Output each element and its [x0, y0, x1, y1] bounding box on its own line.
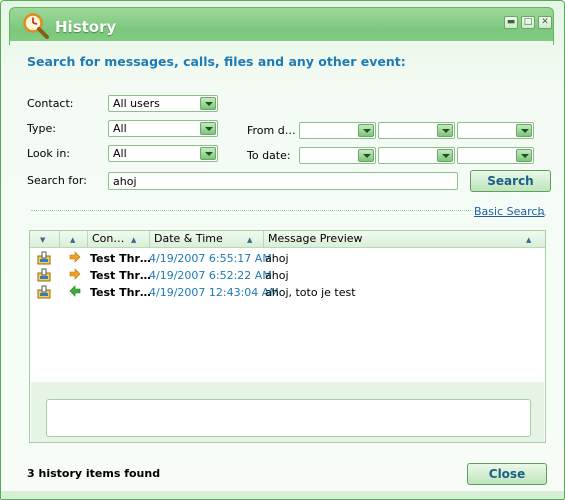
header-type[interactable]: ▲ [60, 231, 88, 248]
type-select-value: All [113, 122, 127, 135]
contact-label: Contact: [27, 97, 74, 110]
type-label: Type: [27, 122, 56, 135]
contact-cell: Test Thr… [90, 286, 151, 299]
incoming-arrow-icon [69, 285, 81, 300]
bottom-strip [1, 491, 564, 499]
sort-up-icon: ▲ [70, 236, 76, 244]
message-icon [37, 251, 51, 268]
minimize-icon: ▬ [506, 17, 516, 27]
page-heading: Search for messages, calls, files and an… [27, 54, 406, 69]
sort-down-icon: ▼ [40, 236, 46, 244]
basic-search-link[interactable]: Basic Search [474, 205, 544, 218]
outgoing-arrow-icon [69, 268, 81, 283]
list-item[interactable]: Test Thr… 4/19/2007 6:55:17 AM ahoj [30, 250, 545, 267]
to-date-label: To date: [247, 149, 291, 162]
close-button-label: Close [488, 467, 526, 481]
minimize-button[interactable]: ▬ [504, 16, 518, 29]
datetime-cell: 4/19/2007 6:52:22 AM [149, 269, 272, 282]
from-date-year-select[interactable] [457, 122, 534, 139]
message-icon [37, 268, 51, 285]
header-direction[interactable]: ▼ [30, 231, 60, 248]
close-button[interactable]: Close [467, 463, 547, 485]
contact-select[interactable]: All users [108, 95, 218, 112]
chevron-down-icon[interactable] [516, 149, 532, 162]
header-contact-label: Con… [92, 232, 125, 245]
close-window-button[interactable]: ✕ [538, 16, 552, 29]
look-in-label: Look in: [27, 147, 70, 160]
close-icon: ✕ [541, 17, 549, 27]
maximize-icon: □ [523, 17, 533, 27]
preview-cell: ahoj, toto je test [265, 286, 356, 299]
outgoing-arrow-icon [69, 251, 81, 266]
search-button-label: Search [487, 174, 534, 188]
chevron-down-icon[interactable] [437, 124, 453, 137]
list-item[interactable]: Test Thr… 4/19/2007 12:43:04 AM ahoj, to… [30, 284, 545, 301]
contact-cell: Test Thr… [90, 269, 151, 282]
status-text: 3 history items found [27, 467, 161, 480]
sort-up-icon: ▲ [247, 236, 253, 244]
sort-up-icon: ▲ [131, 236, 137, 244]
message-preview-box[interactable] [46, 399, 531, 437]
list-header: ▼ ▲ Con… ▲ Date & Time ▲ Message Preview… [30, 231, 545, 248]
datetime-cell: 4/19/2007 6:55:17 AM [149, 252, 272, 265]
search-button[interactable]: Search [470, 170, 551, 192]
chevron-down-icon[interactable] [358, 149, 374, 162]
datetime-cell: 4/19/2007 12:43:04 AM [149, 286, 279, 299]
title-bar[interactable]: History ▬ □ ✕ [1, 1, 564, 45]
message-icon [37, 285, 51, 302]
look-in-select[interactable]: All [108, 145, 218, 162]
look-in-select-value: All [113, 147, 127, 160]
chevron-down-icon[interactable] [200, 97, 216, 110]
header-preview-label: Message Preview [268, 232, 363, 245]
header-datetime-label: Date & Time [154, 232, 223, 245]
magnifier-clock-icon [21, 11, 51, 41]
chevron-down-icon[interactable] [358, 124, 374, 137]
type-select[interactable]: All [108, 120, 218, 137]
chevron-up-icon[interactable]: ︿ [537, 205, 546, 218]
chevron-down-icon[interactable] [437, 149, 453, 162]
from-date-month-select[interactable] [299, 122, 376, 139]
header-contact[interactable]: Con… ▲ [88, 231, 150, 248]
header-preview[interactable]: Message Preview ▲ [264, 231, 545, 248]
message-preview-pane [31, 382, 544, 442]
chevron-down-icon[interactable] [200, 122, 216, 135]
chevron-down-icon[interactable] [516, 124, 532, 137]
window-title: History [55, 18, 117, 36]
to-date-year-select[interactable] [457, 147, 534, 164]
from-date-label: From d… [247, 124, 296, 137]
search-for-label: Search for: [27, 174, 87, 187]
divider [31, 210, 471, 211]
history-window: History ▬ □ ✕ Search for messages, calls… [0, 0, 565, 500]
to-date-day-select[interactable] [378, 147, 455, 164]
preview-cell: ahoj [265, 252, 289, 265]
search-input-value: ahoj [113, 175, 137, 188]
contact-select-value: All users [113, 97, 160, 110]
history-list[interactable]: ▼ ▲ Con… ▲ Date & Time ▲ Message Preview… [29, 230, 546, 443]
header-datetime[interactable]: Date & Time ▲ [150, 231, 264, 248]
preview-cell: ahoj [265, 269, 289, 282]
list-item[interactable]: Test Thr… 4/19/2007 6:52:22 AM ahoj [30, 267, 545, 284]
chevron-down-icon[interactable] [200, 147, 216, 160]
contact-cell: Test Thr… [90, 252, 151, 265]
to-date-month-select[interactable] [299, 147, 376, 164]
search-input[interactable]: ahoj [108, 172, 458, 190]
sort-up-icon: ▲ [526, 236, 532, 244]
maximize-button[interactable]: □ [521, 16, 535, 29]
from-date-day-select[interactable] [378, 122, 455, 139]
